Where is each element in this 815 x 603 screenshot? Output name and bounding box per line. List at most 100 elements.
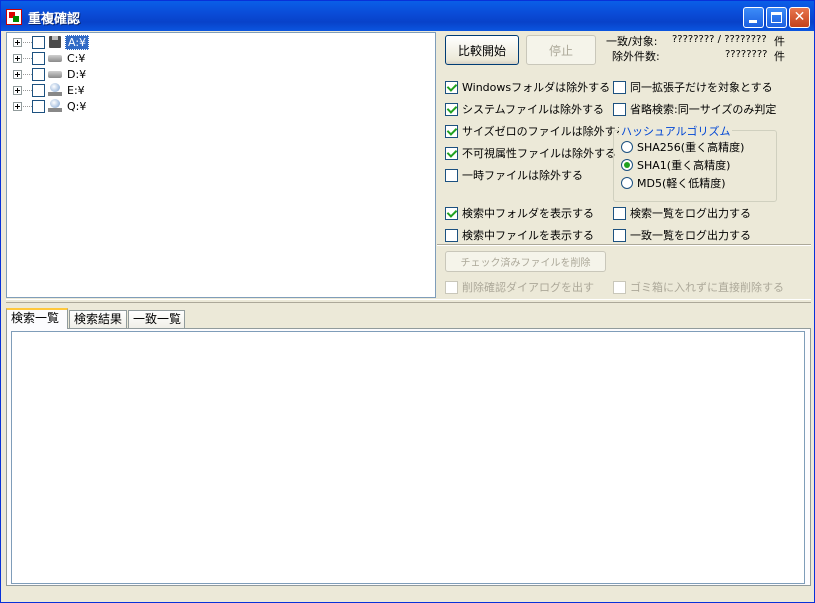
- same-extension-option[interactable]: 同一拡張子だけを対象とする: [613, 79, 773, 95]
- excluded-count-value: ????????: [725, 49, 768, 60]
- tab-panel: [6, 328, 811, 586]
- show-folder-option[interactable]: 検索中フォルダを表示する: [445, 205, 594, 221]
- log-match-checkbox[interactable]: [613, 228, 626, 242]
- sha256-radio[interactable]: [621, 141, 633, 153]
- quick-search-checkbox[interactable]: [613, 102, 626, 116]
- tree-line: [23, 57, 32, 59]
- match-count-value: ???????? / ????????: [672, 34, 767, 45]
- drive-label[interactable]: Q:¥: [65, 100, 88, 113]
- same-extension-checkbox[interactable]: [613, 80, 626, 94]
- direct-delete-option[interactable]: ゴミ箱に入れずに直接削除する: [613, 279, 784, 295]
- app-icon[interactable]: [6, 9, 22, 25]
- option-label: 不可視属性ファイルは除外する: [462, 147, 616, 160]
- drive-label[interactable]: D:¥: [65, 68, 88, 81]
- exclude-zero-size-checkbox[interactable]: [445, 124, 458, 138]
- settings-panel: 比較開始 停止 一致/対象: ???????? / ???????? 件 除外件…: [437, 32, 811, 298]
- option-label: サイズゼロのファイルは除外する: [462, 125, 627, 138]
- tree-node-d[interactable]: D:¥: [13, 66, 88, 82]
- option-label: 検索中フォルダを表示する: [462, 207, 594, 220]
- drive-checkbox[interactable]: [32, 51, 45, 65]
- hash-sha1-option[interactable]: SHA1(重く高精度): [621, 157, 730, 173]
- expand-icon[interactable]: [13, 101, 22, 111]
- excluded-count-label: 除外件数:: [612, 50, 660, 63]
- tree-node-a[interactable]: A:¥: [13, 34, 90, 50]
- stop-button[interactable]: 停止: [526, 35, 596, 65]
- confirm-dialog-checkbox[interactable]: [445, 280, 458, 294]
- log-search-checkbox[interactable]: [613, 206, 626, 220]
- exclude-system-option[interactable]: システムファイルは除外する: [445, 101, 604, 117]
- expand-icon[interactable]: [13, 69, 22, 79]
- drive-checkbox[interactable]: [32, 99, 45, 113]
- exclude-hidden-checkbox[interactable]: [445, 146, 458, 160]
- confirm-dialog-option[interactable]: 削除確認ダイアログを出す: [445, 279, 594, 295]
- close-button[interactable]: ✕: [789, 7, 810, 28]
- start-compare-button[interactable]: 比較開始: [445, 35, 519, 65]
- option-label: 検索中ファイルを表示する: [462, 229, 594, 242]
- expand-icon[interactable]: [13, 53, 22, 63]
- tree-node-c[interactable]: C:¥: [13, 50, 87, 66]
- exclude-temp-option[interactable]: 一時ファイルは除外する: [445, 167, 583, 183]
- match-count-unit: 件: [774, 35, 785, 48]
- status-bar: [6, 588, 811, 600]
- exclude-windows-option[interactable]: Windowsフォルダは除外する: [445, 79, 610, 95]
- drive-label[interactable]: E:¥: [65, 84, 87, 97]
- tab-search-list[interactable]: 検索一覧: [6, 308, 68, 329]
- expand-icon[interactable]: [13, 85, 22, 95]
- minimize-icon: [749, 20, 757, 23]
- network-drive-icon: [47, 99, 63, 113]
- option-label: システムファイルは除外する: [462, 103, 605, 116]
- log-search-option[interactable]: 検索一覧をログ出力する: [613, 205, 751, 221]
- drive-label[interactable]: C:¥: [65, 52, 87, 65]
- tab-search-results[interactable]: 検索結果: [69, 310, 127, 328]
- minimize-button[interactable]: [743, 7, 764, 28]
- excluded-count-unit: 件: [774, 50, 785, 63]
- window-title: 重複確認: [28, 12, 81, 27]
- tree-line: [23, 41, 32, 43]
- floppy-drive-icon: [47, 35, 63, 49]
- tab-match-list[interactable]: 一致一覧: [128, 310, 185, 328]
- hash-md5-option[interactable]: MD5(軽く低精度): [621, 175, 726, 191]
- drive-checkbox[interactable]: [32, 83, 45, 97]
- search-list-box[interactable]: [11, 331, 805, 584]
- title-bar[interactable]: 重複確認 ✕: [1, 1, 814, 31]
- tree-node-q[interactable]: Q:¥: [13, 98, 88, 114]
- exclude-temp-checkbox[interactable]: [445, 168, 458, 182]
- close-icon: ✕: [793, 9, 806, 25]
- expand-icon[interactable]: [13, 37, 22, 47]
- tree-line: [23, 89, 32, 91]
- md5-radio[interactable]: [621, 177, 633, 189]
- splitter[interactable]: [6, 299, 811, 303]
- tree-node-e[interactable]: E:¥: [13, 82, 87, 98]
- show-folder-checkbox[interactable]: [445, 206, 458, 220]
- show-file-option[interactable]: 検索中ファイルを表示する: [445, 227, 594, 243]
- radio-label: SHA1(重く高精度): [637, 159, 731, 172]
- option-label: 検索一覧をログ出力する: [630, 207, 751, 220]
- log-match-option[interactable]: 一致一覧をログ出力する: [613, 227, 751, 243]
- exclude-hidden-option[interactable]: 不可視属性ファイルは除外する: [445, 145, 616, 161]
- direct-delete-checkbox[interactable]: [613, 280, 626, 294]
- show-file-checkbox[interactable]: [445, 228, 458, 242]
- match-count-label: 一致/対象:: [606, 35, 658, 48]
- maximize-button[interactable]: [766, 7, 787, 28]
- option-label: 省略検索:同一サイズのみ判定: [630, 103, 777, 116]
- drive-label[interactable]: A:¥: [65, 34, 90, 50]
- radio-label: SHA256(重く高精度): [637, 141, 745, 154]
- delete-checked-button[interactable]: チェック済みファイルを削除: [445, 251, 606, 272]
- option-label: 一致一覧をログ出力する: [630, 229, 751, 242]
- hash-algorithm-title: ハッシュアルゴリズム: [619, 123, 733, 139]
- hard-drive-icon: [47, 51, 63, 65]
- drive-checkbox[interactable]: [32, 35, 45, 49]
- exclude-zero-size-option[interactable]: サイズゼロのファイルは除外する: [445, 123, 627, 139]
- radio-label: MD5(軽く低精度): [637, 177, 726, 190]
- sha1-radio[interactable]: [621, 159, 633, 171]
- drive-checkbox[interactable]: [32, 67, 45, 81]
- hash-sha256-option[interactable]: SHA256(重く高精度): [621, 139, 744, 155]
- maximize-icon: [771, 12, 782, 23]
- network-drive-icon: [47, 83, 63, 97]
- drive-tree[interactable]: A:¥ C:¥ D:¥ E:¥ Q:¥: [6, 32, 436, 298]
- option-label: 一時ファイルは除外する: [462, 169, 583, 182]
- hard-drive-icon: [47, 67, 63, 81]
- exclude-windows-checkbox[interactable]: [445, 80, 458, 94]
- quick-search-option[interactable]: 省略検索:同一サイズのみ判定: [613, 101, 776, 117]
- exclude-system-checkbox[interactable]: [445, 102, 458, 116]
